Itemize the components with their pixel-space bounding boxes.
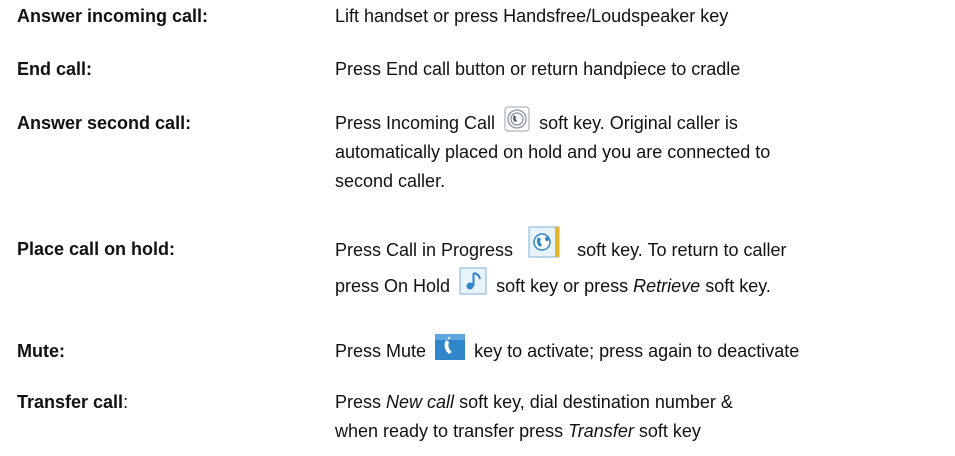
desc-text: Press Mute <box>335 341 427 361</box>
desc-mute: Press Mute key to activate; press again … <box>335 334 945 366</box>
term-transfer-call: Transfer call: <box>17 388 128 417</box>
desc-text: key to activate; press again to deactiva… <box>474 341 800 361</box>
desc-answer-incoming-call: Lift handset or press Handsfree/Loudspea… <box>335 6 729 26</box>
term-place-call-on-hold: Place call on hold: <box>17 239 176 259</box>
desc-text: soft key, dial destination number & <box>459 392 733 412</box>
desc-text: automatically placed on hold and you are… <box>335 142 771 162</box>
desc-text: soft key. Original caller is <box>539 113 738 133</box>
desc-text: Press <box>335 392 382 412</box>
term-end-call: End call: <box>17 59 93 79</box>
desc-answer-second-call: Press Incoming Call soft key. Original c… <box>335 106 945 196</box>
desc-text: when ready to transfer press <box>335 421 564 441</box>
desc-place-call-on-hold: Press Call in Progress soft key. To retu… <box>335 226 945 301</box>
term-answer-second-call: Answer second call: <box>17 113 192 133</box>
call-in-progress-icon <box>528 226 560 258</box>
desc-text: Press Incoming Call <box>335 113 496 133</box>
desc-text: Press Call in Progress <box>335 239 514 260</box>
desc-text: soft key. <box>705 276 771 296</box>
term-answer-incoming-call: Answer incoming call: <box>17 6 209 26</box>
desc-text: soft key. To return to caller <box>577 239 787 260</box>
term-transfer-call-label: Transfer call <box>17 392 124 412</box>
on-hold-icon <box>459 267 487 295</box>
desc-transfer-call: Press New call soft key, dial destinatio… <box>335 388 945 446</box>
desc-text: soft key or press <box>496 276 629 296</box>
desc-text: press On Hold <box>335 276 451 296</box>
mute-icon <box>435 334 466 361</box>
incoming-call-icon <box>504 106 530 132</box>
desc-text-italic: New call <box>386 392 455 412</box>
desc-end-call: Press End call button or return handpiec… <box>335 59 741 79</box>
desc-text-italic: Retrieve <box>633 276 701 296</box>
term-mute: Mute: <box>17 341 65 361</box>
desc-text: soft key <box>638 421 701 441</box>
desc-text: second caller. <box>335 171 446 191</box>
term-colon: : <box>123 392 129 412</box>
desc-text-italic: Transfer <box>568 421 634 441</box>
